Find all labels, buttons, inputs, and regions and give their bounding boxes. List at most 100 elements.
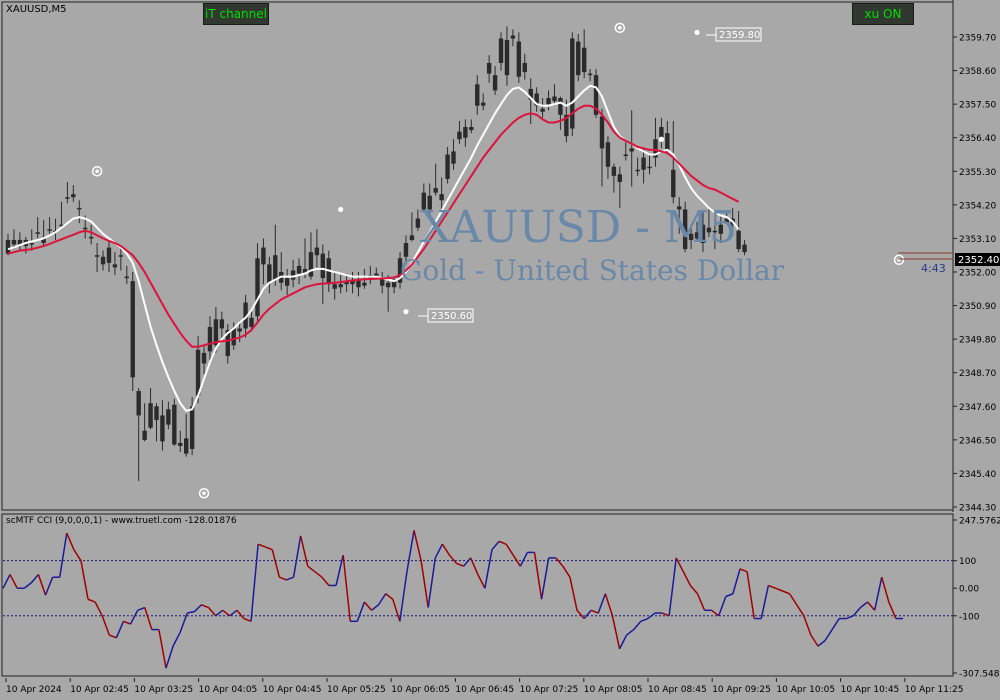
cci-segment (101, 615, 111, 636)
cci-segment (158, 629, 167, 669)
cci-segment (682, 571, 692, 586)
watermark-title: XAUUSD - M5 (420, 202, 738, 253)
price-chart-panel[interactable]: 2359.70 2358.60 2357.50 2356.40 2355.30 2354.… (0, 0, 1000, 512)
time-tick-label: 10 Apr 08:05 (584, 685, 643, 695)
cci-segment (314, 571, 323, 578)
candle-body (742, 244, 747, 253)
cci-segment (279, 576, 287, 581)
cci-segment (760, 585, 770, 619)
price-tick-label: 2348.70 (959, 369, 996, 379)
cci-segment (732, 568, 741, 594)
cci-segment (860, 601, 869, 609)
candle-body (492, 75, 498, 91)
candle-body (284, 278, 290, 286)
cci-segment (307, 565, 316, 573)
candle-body (172, 404, 177, 445)
time-tick-label: 10 Apr 05:25 (327, 685, 386, 695)
cci-segment (775, 587, 783, 592)
cci-segment (257, 543, 266, 548)
price-tick-label: 2344.30 (959, 504, 996, 513)
cci-segment (782, 590, 790, 595)
price-tick-label: 2352.00 (959, 269, 996, 279)
cci-segment (519, 552, 529, 567)
cci-segment (94, 601, 103, 617)
cci-segment (172, 631, 181, 647)
low-label: 2350.60 (431, 311, 472, 322)
price-tick-label: 2354.20 (959, 201, 996, 211)
time-tick-label: 10 Apr 06:05 (391, 685, 450, 695)
candle-body (130, 281, 135, 378)
cci-segment (498, 540, 507, 545)
candle-body (118, 255, 124, 257)
cci-segment (80, 560, 89, 600)
cci-tick-label: -100 (959, 612, 980, 622)
price-tick-label: 2355.30 (959, 168, 996, 178)
cci-tick-label: -307.5482 (959, 670, 1000, 679)
cci-segment (66, 532, 75, 550)
cci-segment (2, 574, 11, 589)
candle-body (481, 102, 486, 106)
cci-segment (852, 607, 862, 617)
cci-segment (569, 577, 578, 611)
swing-marker-dot (338, 206, 344, 213)
cci-segment (30, 573, 40, 584)
cci-segment (718, 596, 727, 617)
cci-segment (58, 532, 68, 578)
candle-body (142, 430, 147, 440)
candle-body (255, 258, 260, 317)
cci-segment (236, 609, 245, 620)
candle-body (83, 227, 88, 230)
time-tick-label: 10 Apr 2024 (6, 685, 62, 695)
cci-segment (484, 549, 493, 589)
time-tick-label: 10 Apr 02:45 (70, 685, 129, 695)
candle-body (558, 98, 563, 115)
candle-body (362, 282, 367, 286)
cci-segment (576, 609, 585, 620)
cci-segment (286, 576, 294, 581)
candle-body (201, 352, 207, 364)
cci-segment (881, 577, 890, 603)
candle-body (552, 96, 557, 102)
candle-body (617, 174, 623, 182)
channel-toggle-button[interactable]: iT channel (203, 3, 269, 25)
candle-body (510, 35, 516, 39)
cci-tick-label: 247.57626 (959, 517, 1000, 527)
candle-body (320, 253, 326, 279)
candle-body (154, 406, 159, 421)
swing-marker-center (95, 169, 99, 174)
cci-segment (264, 546, 273, 551)
cci-segment (831, 618, 840, 630)
cci-segment (562, 565, 571, 578)
cci-segment (342, 555, 351, 622)
candle-body (112, 264, 118, 268)
cci-indicator-panel[interactable]: 247.57626 100 0.00 -100 -307.5482 scMTF CCI … (0, 512, 1000, 678)
cci-segment (299, 535, 309, 567)
candle-body (29, 243, 34, 245)
cci-segment (611, 615, 621, 650)
price-tick-label: 2357.50 (959, 101, 996, 111)
candle-body (178, 442, 183, 446)
candle-body (124, 276, 129, 279)
time-tick-label: 10 Apr 09:25 (712, 685, 771, 695)
candle-body (35, 232, 40, 234)
candle-body (5, 239, 11, 254)
xu-toggle-button[interactable]: xu ON (852, 3, 914, 25)
cci-segment (768, 584, 776, 589)
candle-body (635, 169, 640, 172)
cci-segment (633, 620, 642, 631)
candle-body (207, 326, 213, 352)
candle-body (641, 157, 646, 170)
cci-segment (9, 574, 18, 589)
cci-segment (73, 549, 82, 562)
cci-segment (420, 560, 429, 608)
cci-chart[interactable]: 247.57626 100 0.00 -100 -307.5482 (0, 512, 1000, 678)
cci-segment (207, 607, 217, 617)
watermark-subtitle: Gold - United States Dollar (400, 254, 785, 287)
cci-segment (491, 540, 500, 551)
cci-segment (321, 576, 330, 586)
cci-segment (363, 601, 373, 611)
cci-segment (866, 601, 876, 611)
price-tick-label: 2349.80 (959, 336, 996, 346)
cci-segment (129, 609, 139, 625)
cci-segment (109, 634, 117, 639)
